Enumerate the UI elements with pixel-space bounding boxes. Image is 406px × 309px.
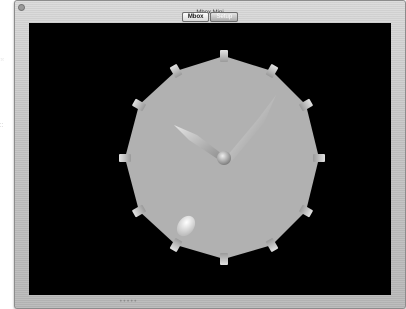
clock-screensaver-canvas: [29, 23, 391, 295]
clock-graphic: [119, 50, 325, 265]
close-button[interactable]: [18, 4, 25, 11]
hour-marker: [220, 253, 228, 265]
tab-setup[interactable]: Setup: [210, 12, 239, 22]
hour-marker: [119, 154, 131, 162]
page-indicator[interactable]: •••••: [119, 299, 137, 305]
window-titlebar[interactable]: Mbox Mini: [15, 1, 405, 16]
hour-marker: [220, 50, 228, 62]
side-indicator-top: ⁙: [0, 57, 5, 63]
clock-hub: [217, 151, 231, 165]
hour-marker: [313, 154, 325, 162]
app-window: Mbox Mini Mbox Setup: [14, 0, 406, 309]
desktop: ⁙ ⁚⁚ Mbox Mini Mbox Setup: [0, 0, 406, 309]
tab-bar: Mbox Setup: [15, 12, 405, 22]
tab-mbox[interactable]: Mbox: [181, 12, 210, 22]
side-indicator-mid: ⁚⁚: [0, 123, 4, 129]
